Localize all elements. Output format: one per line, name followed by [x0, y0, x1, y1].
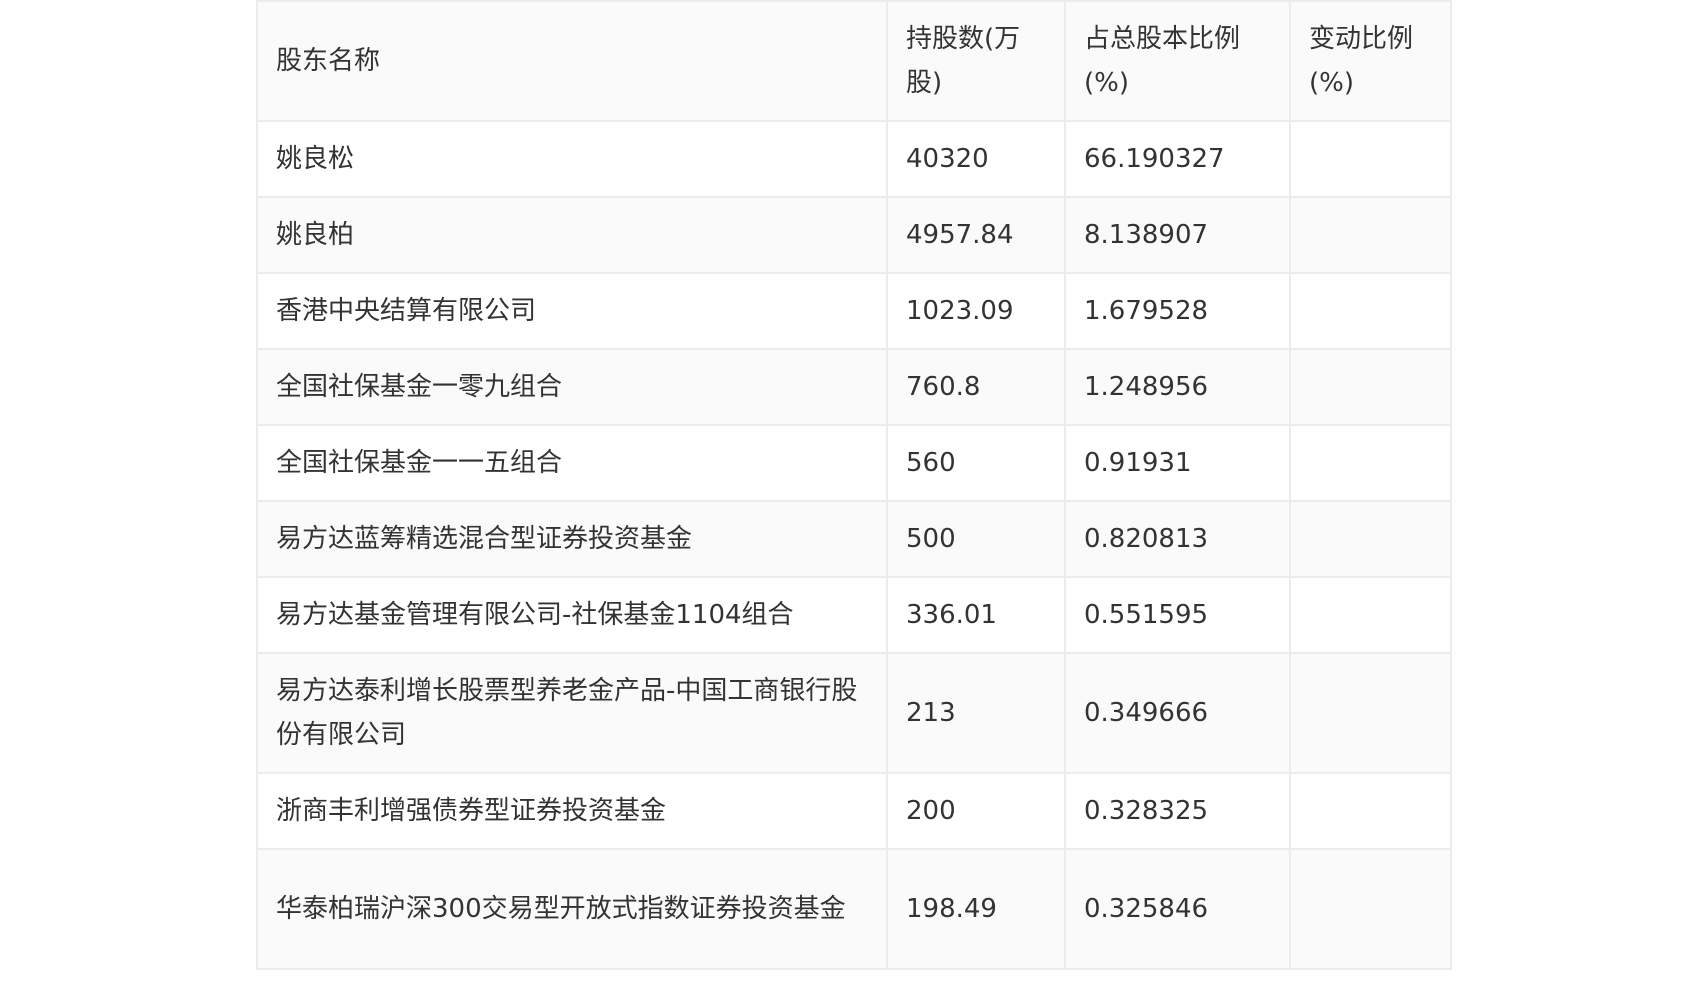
header-share-ratio: 占总股本比例(%) — [1064, 0, 1291, 122]
cell-shareholder-name: 姚良松 — [256, 120, 888, 198]
cell-change-ratio — [1289, 196, 1452, 274]
cell-change-ratio — [1289, 772, 1452, 850]
table-row: 香港中央结算有限公司 1023.09 1.679528 — [256, 272, 1452, 350]
cell-change-ratio — [1289, 652, 1452, 774]
table-header-row: 股东名称 持股数(万股) 占总股本比例(%) 变动比例(%) — [256, 0, 1452, 122]
table-row: 易方达基金管理有限公司-社保基金1104组合 336.01 0.551595 — [256, 576, 1452, 654]
cell-shareholder-name: 易方达泰利增长股票型养老金产品-中国工商银行股份有限公司 — [256, 652, 888, 774]
cell-share-ratio: 0.820813 — [1064, 500, 1291, 578]
cell-shares-held: 336.01 — [886, 576, 1066, 654]
cell-shares-held: 1023.09 — [886, 272, 1066, 350]
cell-share-ratio: 1.679528 — [1064, 272, 1291, 350]
cell-share-ratio: 0.91931 — [1064, 424, 1291, 502]
table-row: 全国社保基金一一五组合 560 0.91931 — [256, 424, 1452, 502]
cell-change-ratio — [1289, 424, 1452, 502]
cell-shareholder-name: 易方达蓝筹精选混合型证券投资基金 — [256, 500, 888, 578]
cell-change-ratio — [1289, 120, 1452, 198]
cell-change-ratio — [1289, 576, 1452, 654]
header-shareholder-name: 股东名称 — [256, 0, 888, 122]
cell-share-ratio: 0.349666 — [1064, 652, 1291, 774]
cell-shares-held: 198.49 — [886, 848, 1066, 970]
cell-shares-held: 40320 — [886, 120, 1066, 198]
table-row: 华泰柏瑞沪深300交易型开放式指数证券投资基金 198.49 0.325846 — [256, 848, 1452, 970]
cell-shareholder-name: 姚良柏 — [256, 196, 888, 274]
cell-change-ratio — [1289, 348, 1452, 426]
cell-change-ratio — [1289, 848, 1452, 970]
cell-shareholder-name: 华泰柏瑞沪深300交易型开放式指数证券投资基金 — [256, 848, 888, 970]
cell-shares-held: 200 — [886, 772, 1066, 850]
shareholders-table-container: 股东名称 持股数(万股) 占总股本比例(%) 变动比例(%) 姚良松 40320… — [256, 0, 1452, 970]
table-row: 易方达泰利增长股票型养老金产品-中国工商银行股份有限公司 213 0.34966… — [256, 652, 1452, 774]
cell-shares-held: 213 — [886, 652, 1066, 774]
table-row: 姚良松 40320 66.190327 — [256, 120, 1452, 198]
table-row: 姚良柏 4957.84 8.138907 — [256, 196, 1452, 274]
table-row: 全国社保基金一零九组合 760.8 1.248956 — [256, 348, 1452, 426]
cell-share-ratio: 0.551595 — [1064, 576, 1291, 654]
cell-shareholder-name: 浙商丰利增强债券型证券投资基金 — [256, 772, 888, 850]
shareholders-table: 股东名称 持股数(万股) 占总股本比例(%) 变动比例(%) 姚良松 40320… — [256, 0, 1452, 970]
cell-share-ratio: 8.138907 — [1064, 196, 1291, 274]
cell-shareholder-name: 全国社保基金一零九组合 — [256, 348, 888, 426]
cell-share-ratio: 1.248956 — [1064, 348, 1291, 426]
cell-shares-held: 560 — [886, 424, 1066, 502]
cell-share-ratio: 0.325846 — [1064, 848, 1291, 970]
cell-shares-held: 500 — [886, 500, 1066, 578]
cell-change-ratio — [1289, 500, 1452, 578]
cell-shareholder-name: 香港中央结算有限公司 — [256, 272, 888, 350]
header-shares-held: 持股数(万股) — [886, 0, 1066, 122]
cell-share-ratio: 0.328325 — [1064, 772, 1291, 850]
cell-change-ratio — [1289, 272, 1452, 350]
cell-share-ratio: 66.190327 — [1064, 120, 1291, 198]
header-change-ratio: 变动比例(%) — [1289, 0, 1452, 122]
cell-shares-held: 4957.84 — [886, 196, 1066, 274]
table-row: 浙商丰利增强债券型证券投资基金 200 0.328325 — [256, 772, 1452, 850]
cell-shareholder-name: 易方达基金管理有限公司-社保基金1104组合 — [256, 576, 888, 654]
table-row: 易方达蓝筹精选混合型证券投资基金 500 0.820813 — [256, 500, 1452, 578]
cell-shareholder-name: 全国社保基金一一五组合 — [256, 424, 888, 502]
cell-shares-held: 760.8 — [886, 348, 1066, 426]
